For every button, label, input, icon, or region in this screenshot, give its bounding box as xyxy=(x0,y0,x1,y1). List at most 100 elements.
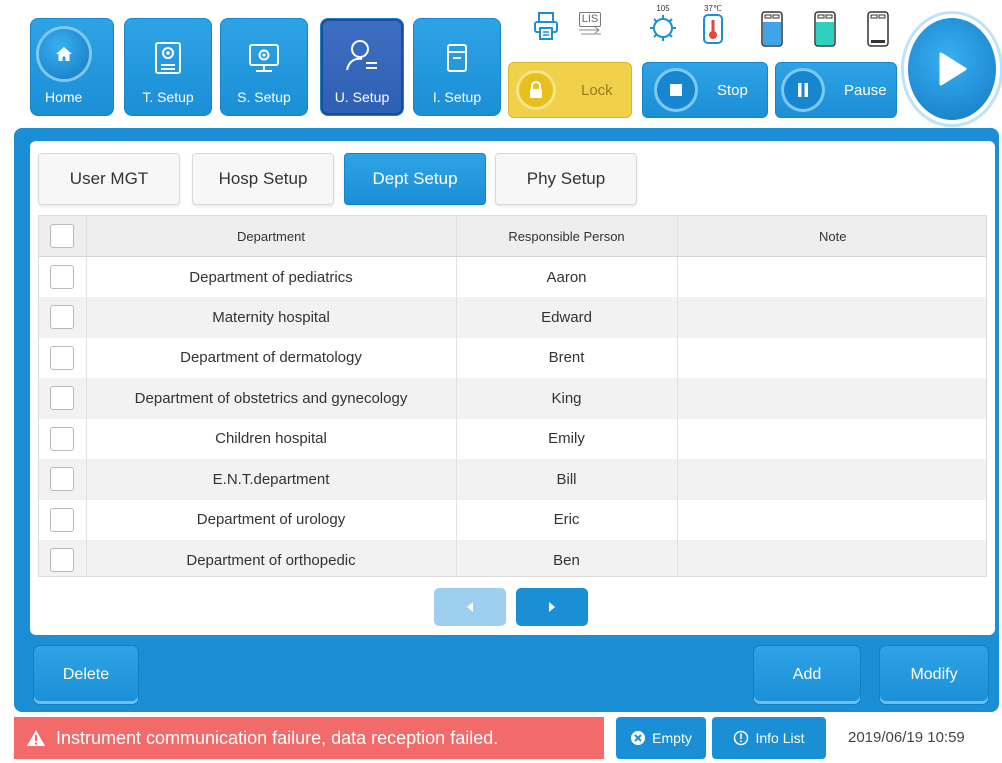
person-cell: Emily xyxy=(456,418,678,459)
waste-bottle-icon[interactable] xyxy=(866,10,890,48)
pause-label: Pause xyxy=(844,81,887,99)
table-row[interactable]: Department of obstetrics and gynecology … xyxy=(39,378,986,419)
department-table: Department Responsible Person Note Depar… xyxy=(38,215,987,577)
top-toolbar: Home T. Setup S. Setup U. Setup I. Setup… xyxy=(0,0,1002,128)
caret-left-icon xyxy=(467,602,473,612)
system-datetime: 2019/06/19 10:59 xyxy=(848,729,965,746)
stop-button[interactable]: Stop xyxy=(642,62,768,118)
table-row[interactable]: Department of dermatology Brent xyxy=(39,337,986,378)
table-row[interactable]: Maternity hospital Edward xyxy=(39,297,986,338)
lis-icon[interactable]: LIS xyxy=(577,12,603,37)
next-page-button[interactable] xyxy=(516,588,588,626)
clear-circle-icon xyxy=(631,731,646,745)
person-cell: Edward xyxy=(456,297,678,338)
note-cell xyxy=(677,540,986,576)
select-all-checkbox[interactable] xyxy=(50,224,75,248)
tab-user-mgt[interactable]: User MGT xyxy=(38,153,180,205)
note-cell xyxy=(677,378,986,419)
department-cell: Department of obstetrics and gynecology xyxy=(86,378,457,419)
home-button[interactable]: Home xyxy=(30,18,114,116)
caret-right-icon xyxy=(549,602,555,612)
row-checkbox[interactable] xyxy=(50,548,75,573)
department-cell: E.N.T.department xyxy=(86,459,457,500)
status-bar: Instrument communication failure, data r… xyxy=(0,712,1002,763)
pause-button[interactable]: Pause xyxy=(775,62,897,118)
note-cell xyxy=(677,418,986,459)
table-row[interactable]: Department of urology Eric xyxy=(39,499,986,540)
user-setup-icon xyxy=(342,35,382,75)
department-cell: Department of dermatology xyxy=(86,337,457,378)
column-header-department: Department xyxy=(86,216,457,257)
note-cell xyxy=(677,459,986,500)
add-button[interactable]: Add xyxy=(754,646,860,704)
reagent-count: 105 xyxy=(656,4,670,13)
row-checkbox[interactable] xyxy=(50,467,75,492)
note-cell xyxy=(677,337,986,378)
nav-label: T. Setup xyxy=(142,89,194,105)
row-checkbox[interactable] xyxy=(50,305,75,330)
test-setup-icon xyxy=(151,41,185,75)
row-checkbox[interactable] xyxy=(50,507,75,532)
person-cell: Brent xyxy=(456,337,678,378)
nav-label: I. Setup xyxy=(432,89,482,105)
temperature-icon[interactable]: 37℃ xyxy=(702,4,724,45)
person-cell: Bill xyxy=(456,459,678,500)
row-checkbox[interactable] xyxy=(50,426,75,451)
column-header-note: Note xyxy=(677,216,986,257)
nav-instrument-setup[interactable]: I. Setup xyxy=(413,18,501,116)
nav-system-setup[interactable]: S. Setup xyxy=(220,18,308,116)
note-cell xyxy=(677,297,986,338)
prev-page-button[interactable] xyxy=(434,588,506,626)
reagent-bottle-1-icon[interactable] xyxy=(760,10,784,48)
nav-label: S. Setup xyxy=(237,89,291,105)
stop-label: Stop xyxy=(717,81,748,99)
tab-phy-setup[interactable]: Phy Setup xyxy=(495,153,637,205)
department-cell: Children hospital xyxy=(86,418,457,459)
select-all-cell[interactable] xyxy=(39,216,87,257)
note-cell xyxy=(677,499,986,540)
lock-button[interactable]: Lock xyxy=(508,62,632,118)
tab-hosp-setup[interactable]: Hosp Setup xyxy=(192,153,334,205)
delete-button[interactable]: Delete xyxy=(34,646,138,704)
table-row[interactable]: E.N.T.department Bill xyxy=(39,459,986,500)
play-icon xyxy=(939,52,967,86)
temperature-value: 37℃ xyxy=(704,4,722,13)
department-cell: Department of orthopedic xyxy=(86,540,457,576)
table-header-row: Department Responsible Person Note xyxy=(39,216,986,257)
nav-test-setup[interactable]: T. Setup xyxy=(124,18,212,116)
reagent-status-icon[interactable]: 105 xyxy=(648,4,678,43)
person-cell: Aaron xyxy=(456,256,678,297)
stop-icon xyxy=(657,71,695,109)
printer-icon[interactable] xyxy=(532,10,560,42)
table-row[interactable]: Department of pediatrics Aaron xyxy=(39,256,986,297)
table-row[interactable]: Department of orthopedic Ben xyxy=(39,540,986,576)
row-checkbox[interactable] xyxy=(50,265,75,289)
instrument-setup-icon xyxy=(440,41,474,75)
row-checkbox[interactable] xyxy=(50,386,75,411)
pause-icon xyxy=(784,71,822,109)
tab-dept-setup[interactable]: Dept Setup xyxy=(344,153,486,205)
row-checkbox[interactable] xyxy=(50,345,75,370)
warning-icon xyxy=(27,730,45,746)
department-cell: Department of pediatrics xyxy=(86,256,457,297)
system-setup-icon xyxy=(247,41,281,75)
run-button[interactable] xyxy=(904,14,1000,124)
home-label: Home xyxy=(45,89,83,105)
lock-icon xyxy=(519,73,553,107)
reagent-bottle-2-icon[interactable] xyxy=(813,10,837,48)
table-row[interactable]: Children hospital Emily xyxy=(39,418,986,459)
modify-button[interactable]: Modify xyxy=(880,646,988,704)
nav-user-setup[interactable]: U. Setup xyxy=(320,18,404,116)
nav-label: U. Setup xyxy=(334,89,390,105)
home-icon xyxy=(39,29,89,79)
alert-banner[interactable]: Instrument communication failure, data r… xyxy=(14,717,604,759)
alert-message: Instrument communication failure, data r… xyxy=(56,727,499,748)
department-cell: Maternity hospital xyxy=(86,297,457,338)
department-cell: Department of urology xyxy=(86,499,457,540)
note-cell xyxy=(677,256,986,297)
person-cell: King xyxy=(456,378,678,419)
empty-button[interactable]: Empty xyxy=(616,717,706,759)
person-cell: Eric xyxy=(456,499,678,540)
info-list-button[interactable]: Info List xyxy=(712,717,826,759)
person-cell: Ben xyxy=(456,540,678,576)
